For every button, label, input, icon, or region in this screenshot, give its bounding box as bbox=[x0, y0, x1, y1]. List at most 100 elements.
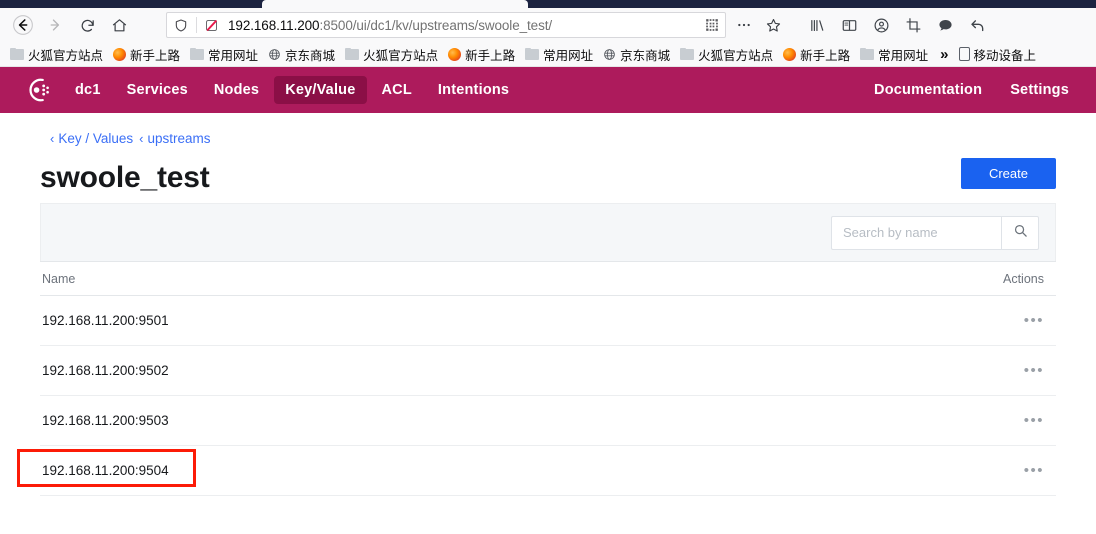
bookmark-label: 火狐官方站点 bbox=[28, 48, 104, 63]
page-actions-ellipsis-icon[interactable] bbox=[730, 12, 758, 38]
row-actions-ellipsis-icon[interactable]: ••• bbox=[1024, 412, 1044, 429]
screenshot-crop-icon[interactable] bbox=[899, 12, 927, 38]
bookmark-item[interactable]: 火狐官方站点 bbox=[341, 43, 444, 66]
row-name[interactable]: 192.168.11.200:9502 bbox=[42, 363, 984, 378]
consul-nav-right: Documentation Settings bbox=[863, 76, 1084, 104]
undo-arrow-icon[interactable] bbox=[963, 12, 991, 38]
sidebar-icon[interactable] bbox=[835, 12, 863, 38]
url-text[interactable]: 192.168.11.200:8500/ui/dc1/kv/upstreams/… bbox=[226, 18, 698, 33]
row-name[interactable]: 192.168.11.200:9504 bbox=[42, 463, 984, 478]
create-button[interactable]: Create bbox=[960, 158, 1056, 189]
consul-nav-items: dc1 Services Nodes Key/Value ACL Intenti… bbox=[64, 76, 520, 104]
browser-toolbar: 192.168.11.200:8500/ui/dc1/kv/upstreams/… bbox=[0, 8, 1096, 42]
search-icon bbox=[1013, 223, 1028, 243]
mobile-bookmarks-item[interactable]: 移动设备上 bbox=[955, 43, 1043, 66]
page-content: ‹ Key / Values ‹ upstreams swoole_test C… bbox=[0, 113, 1096, 496]
firefox-icon bbox=[783, 47, 797, 61]
bookmark-label: 新手上路 bbox=[465, 48, 516, 63]
search-box bbox=[831, 215, 1039, 250]
bookmark-label: 常用网址 bbox=[208, 48, 259, 63]
chevron-left-icon: ‹ bbox=[139, 131, 144, 146]
folder-icon bbox=[860, 48, 875, 60]
comment-icon[interactable] bbox=[931, 12, 959, 38]
qr-code-icon[interactable] bbox=[703, 18, 721, 32]
bookmark-item[interactable]: 常用网址 bbox=[186, 43, 264, 66]
chevron-left-icon: ‹ bbox=[50, 131, 55, 146]
mobile-bookmarks-label: 移动设备上 bbox=[973, 48, 1037, 63]
row-actions-ellipsis-icon[interactable]: ••• bbox=[1024, 312, 1044, 329]
bookmark-item[interactable]: 常用网址 bbox=[856, 43, 934, 66]
page-title: swoole_test bbox=[40, 161, 210, 194]
bookmark-item[interactable]: 火狐官方站点 bbox=[676, 43, 779, 66]
bookmark-label: 新手上路 bbox=[130, 48, 181, 63]
active-browser-tab[interactable] bbox=[262, 0, 528, 8]
nav-item-intentions[interactable]: Intentions bbox=[427, 76, 520, 104]
firefox-icon bbox=[448, 47, 462, 61]
row-name[interactable]: 192.168.11.200:9503 bbox=[42, 413, 984, 428]
breadcrumb-label: Key / Values bbox=[58, 131, 134, 146]
bookmark-item[interactable]: 火狐官方站点 bbox=[6, 43, 109, 66]
bookmark-label: 京东商城 bbox=[620, 48, 671, 63]
search-input[interactable] bbox=[831, 215, 1001, 250]
column-header-name: Name bbox=[42, 271, 76, 286]
bookmark-item[interactable]: 常用网址 bbox=[521, 43, 599, 66]
globe-icon bbox=[268, 48, 281, 61]
nav-item-key-value[interactable]: Key/Value bbox=[274, 76, 367, 104]
address-bar[interactable]: 192.168.11.200:8500/ui/dc1/kv/upstreams/… bbox=[166, 12, 726, 38]
row-actions-ellipsis-icon[interactable]: ••• bbox=[1024, 362, 1044, 379]
folder-icon bbox=[345, 48, 360, 60]
search-button[interactable] bbox=[1001, 215, 1039, 250]
globe-icon bbox=[603, 48, 616, 61]
table-row[interactable]: 192.168.11.200:9504 ••• bbox=[40, 446, 1056, 496]
consul-logo-icon[interactable] bbox=[22, 75, 56, 105]
bookmark-item[interactable]: 新手上路 bbox=[779, 43, 856, 66]
table-header-row: Name Actions bbox=[40, 262, 1056, 296]
bookmark-label: 京东商城 bbox=[285, 48, 336, 63]
bookmark-star-icon[interactable] bbox=[759, 12, 787, 38]
bookmark-item[interactable]: 京东商城 bbox=[599, 43, 676, 66]
bookmark-label: 火狐官方站点 bbox=[363, 48, 439, 63]
table-row[interactable]: 192.168.11.200:9501 ••• bbox=[40, 296, 1056, 346]
folder-icon bbox=[10, 48, 24, 60]
breadcrumb-item-key-values[interactable]: ‹ Key / Values bbox=[50, 131, 133, 146]
bookmark-label: 火狐官方站点 bbox=[698, 48, 774, 63]
folder-icon bbox=[190, 48, 205, 60]
address-bar-divider bbox=[196, 17, 197, 33]
forward-arrow-icon bbox=[40, 11, 70, 39]
back-arrow-icon[interactable] bbox=[8, 11, 38, 39]
table-row[interactable]: 192.168.11.200:9503 ••• bbox=[40, 396, 1056, 446]
home-icon[interactable] bbox=[104, 11, 134, 39]
nav-item-settings[interactable]: Settings bbox=[999, 76, 1080, 104]
account-icon[interactable] bbox=[867, 12, 895, 38]
nav-item-acl[interactable]: ACL bbox=[371, 76, 423, 104]
kv-table: Name Actions 192.168.11.200:9501 ••• 192… bbox=[40, 261, 1056, 496]
bookmarks-overflow-chevron-icon[interactable]: » bbox=[934, 46, 954, 63]
bookmarks-bar: 火狐官方站点 新手上路 常用网址 京东商城 火狐官方站点 新手上路 常用网址 京… bbox=[0, 42, 1096, 67]
address-bar-actions bbox=[730, 12, 787, 38]
bookmark-label: 常用网址 bbox=[543, 48, 594, 63]
row-name[interactable]: 192.168.11.200:9501 bbox=[42, 313, 984, 328]
browser-action-icons bbox=[803, 12, 991, 38]
nav-item-documentation[interactable]: Documentation bbox=[863, 76, 993, 104]
breadcrumb-label: upstreams bbox=[147, 131, 211, 146]
nav-item-services[interactable]: Services bbox=[116, 76, 199, 104]
url-path: :8500/ui/dc1/kv/upstreams/swoole_test/ bbox=[319, 17, 553, 33]
bookmark-item[interactable]: 新手上路 bbox=[109, 43, 186, 66]
breadcrumb: ‹ Key / Values ‹ upstreams bbox=[40, 113, 1056, 150]
row-actions-ellipsis-icon[interactable]: ••• bbox=[1024, 462, 1044, 479]
table-row[interactable]: 192.168.11.200:9502 ••• bbox=[40, 346, 1056, 396]
noscript-blocked-icon[interactable] bbox=[202, 18, 221, 33]
tracking-protection-shield-icon[interactable] bbox=[171, 18, 191, 33]
page-title-row: swoole_test Create bbox=[40, 150, 1056, 203]
library-icon[interactable] bbox=[803, 12, 831, 38]
bookmark-label: 常用网址 bbox=[878, 48, 929, 63]
nav-item-nodes[interactable]: Nodes bbox=[203, 76, 270, 104]
bookmark-item[interactable]: 京东商城 bbox=[264, 43, 341, 66]
reload-icon[interactable] bbox=[72, 11, 102, 39]
bookmark-item[interactable]: 新手上路 bbox=[444, 43, 521, 66]
breadcrumb-item-upstreams[interactable]: ‹ upstreams bbox=[139, 131, 210, 146]
bookmark-label: 新手上路 bbox=[800, 48, 851, 63]
nav-item-dc1[interactable]: dc1 bbox=[64, 76, 112, 104]
filter-bar bbox=[40, 203, 1056, 261]
url-host: 192.168.11.200 bbox=[228, 17, 320, 33]
